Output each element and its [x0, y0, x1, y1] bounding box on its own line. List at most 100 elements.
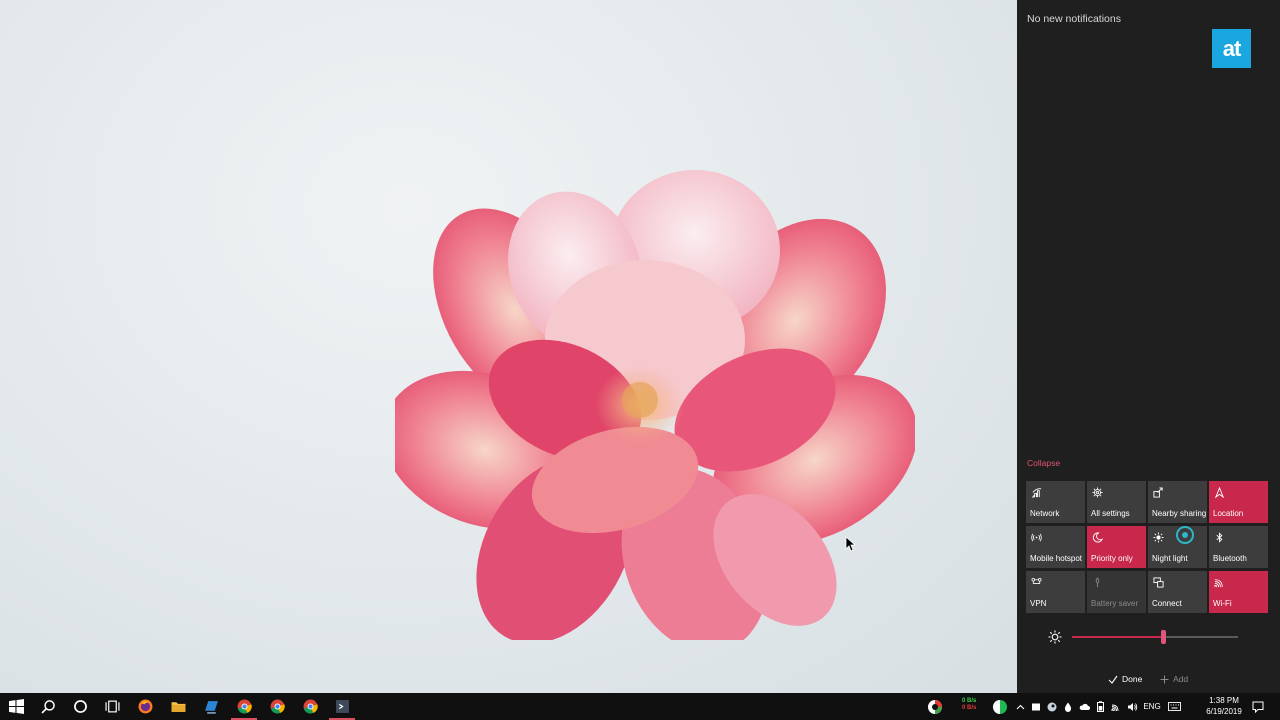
moon-icon — [1092, 532, 1103, 543]
tile-night-light[interactable]: Night light — [1148, 526, 1207, 568]
speaker-icon — [1127, 702, 1137, 711]
network-speed-meter: 0 B/s 0 B/s — [962, 698, 976, 712]
tile-label: Connect — [1152, 599, 1182, 608]
hotspot-icon — [1031, 533, 1042, 542]
tile-label: Mobile hotspot — [1030, 554, 1083, 563]
done-button[interactable]: Done — [1108, 674, 1142, 684]
location-icon — [1214, 487, 1225, 498]
brightness-icon — [1048, 630, 1062, 644]
taskbar-app-pinned[interactable] — [195, 693, 227, 720]
battery-saver-icon — [1095, 577, 1100, 588]
taskbar-app-firefox[interactable] — [129, 693, 161, 720]
add-button[interactable]: Add — [1160, 674, 1188, 684]
tray-item-cloud[interactable] — [1077, 693, 1091, 720]
tray-item-keyboard[interactable] — [1166, 693, 1182, 720]
taskbar-app-file-explorer[interactable] — [162, 693, 194, 720]
firefox-icon — [138, 699, 152, 714]
tile-label: Network — [1030, 509, 1060, 518]
clock-time: 1:38 PM — [1209, 696, 1239, 705]
desktop-wallpaper — [0, 0, 1017, 693]
tray-disk-usage[interactable] — [924, 693, 946, 720]
search-icon — [40, 700, 55, 714]
tile-nearby-sharing[interactable]: Nearby sharing — [1148, 481, 1207, 523]
tray-item-steam[interactable] — [1045, 693, 1059, 720]
taskbar-app-chrome-3[interactable] — [294, 693, 326, 720]
action-center-panel: No new notifications at Collapse Network… — [1017, 0, 1280, 693]
tile-priority-only[interactable]: Priority only — [1087, 526, 1146, 568]
tile-wifi[interactable]: Wi-Fi — [1209, 571, 1268, 613]
terminal-icon — [335, 700, 349, 713]
wifi-icon — [1111, 704, 1118, 711]
tray-item-battery[interactable] — [1093, 693, 1107, 720]
chrome-icon — [237, 699, 252, 714]
taskbar-app-terminal[interactable] — [326, 693, 358, 720]
task-view-button[interactable] — [96, 693, 128, 720]
taskbar-app-chrome-2[interactable] — [261, 693, 293, 720]
show-hidden-icons-button[interactable] — [1013, 693, 1027, 720]
taskbar-clock[interactable]: 1:38 PM 6/19/2019 — [1198, 695, 1250, 717]
share-icon — [1153, 487, 1163, 498]
tray-item-wifi[interactable] — [1109, 693, 1123, 720]
tile-vpn[interactable]: VPN — [1026, 571, 1085, 613]
cast-icon — [1153, 577, 1164, 588]
vpn-icon — [1031, 577, 1042, 584]
action-center-button[interactable] — [1250, 693, 1266, 720]
half-circle-gauge-icon — [993, 699, 1007, 714]
tile-label: Night light — [1152, 554, 1188, 563]
clock-date: 6/19/2019 — [1206, 707, 1242, 716]
notifications-header: No new notifications — [1027, 13, 1121, 25]
drive-icon — [1032, 703, 1040, 710]
network-icon — [1031, 488, 1042, 498]
folder-icon — [171, 702, 185, 712]
tray-item-volume[interactable] — [1125, 693, 1139, 720]
steam-icon — [1047, 702, 1057, 711]
tile-network[interactable]: Network — [1026, 481, 1085, 523]
checkmark-icon — [1108, 675, 1118, 684]
tile-label: Wi-Fi — [1213, 599, 1232, 608]
upload-speed: 0 B/s — [962, 698, 977, 704]
brightness-slider[interactable] — [1072, 630, 1238, 644]
tray-item-drive[interactable] — [1029, 693, 1043, 720]
tray-resource-monitor[interactable] — [990, 693, 1010, 720]
sun-icon — [1153, 532, 1164, 543]
collapse-link[interactable]: Collapse — [1027, 458, 1060, 468]
tile-label: VPN — [1030, 599, 1047, 608]
brightness-slider-fill — [1072, 636, 1164, 638]
bluetooth-icon — [1216, 532, 1223, 543]
input-language-indicator[interactable]: ENG — [1141, 693, 1163, 720]
brightness-slider-thumb[interactable] — [1161, 630, 1167, 644]
notification-icon — [1252, 701, 1264, 713]
add-label: Add — [1173, 674, 1189, 684]
cortana-circle-icon — [73, 700, 87, 713]
taskbar: ENG — [0, 693, 1280, 720]
chrome-icon — [303, 699, 318, 714]
tile-bluetooth[interactable]: Bluetooth — [1209, 526, 1268, 568]
download-speed: 0 B/s — [962, 705, 977, 711]
tile-label: Battery saver — [1091, 599, 1139, 608]
cortana-button[interactable] — [64, 693, 96, 720]
brand-logo: at — [1212, 29, 1251, 68]
search-button[interactable] — [32, 693, 64, 720]
chrome-icon — [270, 699, 285, 714]
flower-image — [395, 170, 915, 640]
tile-label: Location — [1213, 509, 1244, 518]
tile-all-settings[interactable]: All settings — [1087, 481, 1146, 523]
tile-battery-saver[interactable]: Battery saver — [1087, 571, 1146, 613]
cloud-icon — [1079, 703, 1090, 710]
app-shortcut-icon — [204, 701, 218, 714]
tile-label: Bluetooth — [1213, 554, 1247, 563]
touch-indicator — [1176, 526, 1194, 544]
tray-item-droplet[interactable] — [1061, 693, 1075, 720]
mouse-pointer-icon — [845, 536, 857, 552]
tile-connect[interactable]: Connect — [1148, 571, 1207, 613]
task-view-icon — [104, 700, 120, 713]
pie-gauge-icon — [928, 699, 942, 714]
taskbar-app-chrome-1[interactable] — [228, 693, 260, 720]
start-button[interactable] — [0, 693, 32, 720]
gear-icon — [1092, 487, 1103, 498]
keyboard-icon — [1167, 702, 1181, 711]
tile-location[interactable]: Location — [1209, 481, 1268, 523]
tile-mobile-hotspot[interactable]: Mobile hotspot — [1026, 526, 1085, 568]
tile-label: Nearby sharing — [1152, 509, 1207, 518]
done-label: Done — [1122, 674, 1143, 684]
